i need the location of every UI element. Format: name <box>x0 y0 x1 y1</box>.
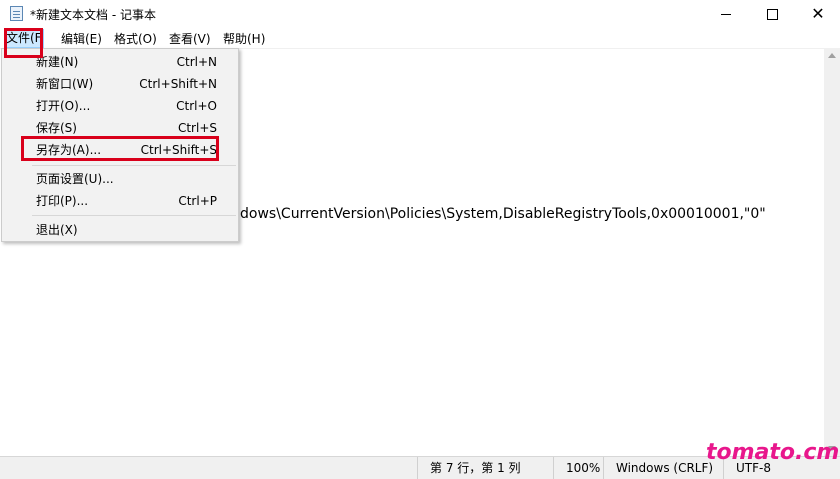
maximize-icon <box>766 8 778 20</box>
menu-item-open[interactable]: 打开(O)... Ctrl+O <box>2 95 238 117</box>
vertical-scrollbar[interactable] <box>824 48 840 456</box>
menu-item-shortcut: Ctrl+P <box>178 194 217 208</box>
status-cursor-position: 第 7 行，第 1 列 <box>417 457 558 479</box>
menu-item-label: 打印(P)... <box>36 194 89 208</box>
menu-item-label: 打开(O)... <box>36 99 91 113</box>
menu-item-shortcut: Ctrl+Shift+N <box>139 77 217 91</box>
notepad-window: *新建文本文档 - 记事本 ✕ 文件(F 编辑(E) 格式(O) 查看(V) 帮… <box>0 0 840 479</box>
minimize-button[interactable] <box>703 0 749 28</box>
menu-item-shortcut: Ctrl+O <box>176 99 217 113</box>
editor-text-line: dows\CurrentVersion\Policies\System,Disa… <box>240 206 766 222</box>
close-icon: ✕ <box>811 4 825 23</box>
menu-item-label: 退出(X) <box>36 223 78 237</box>
menu-view[interactable]: 查看(V) <box>168 30 212 48</box>
minimize-icon <box>721 13 731 15</box>
notepad-app-icon <box>10 6 23 21</box>
menu-item-shortcut: Ctrl+N <box>176 55 217 69</box>
menu-item-page-setup[interactable]: 页面设置(U)... <box>2 168 238 190</box>
menu-bar: 文件(F 编辑(E) 格式(O) 查看(V) 帮助(H) <box>0 28 840 48</box>
menu-separator <box>32 215 236 216</box>
menu-item-exit[interactable]: 退出(X) <box>2 219 238 241</box>
menu-item-label: 页面设置(U)... <box>36 172 114 186</box>
menu-item-print[interactable]: 打印(P)... Ctrl+P <box>2 190 238 212</box>
menu-item-new-window[interactable]: 新窗口(W) Ctrl+Shift+N <box>2 73 238 95</box>
menu-item-label: 新窗口(W) <box>36 77 94 91</box>
menu-separator <box>32 165 236 166</box>
maximize-button[interactable] <box>749 0 795 28</box>
menu-help[interactable]: 帮助(H) <box>222 30 266 48</box>
highlight-box-file-menu <box>4 28 43 58</box>
menu-edit[interactable]: 编辑(E) <box>60 30 103 48</box>
title-bar: *新建文本文档 - 记事本 ✕ <box>0 0 840 28</box>
highlight-box-save-as <box>21 136 219 161</box>
status-zoom: 100% <box>553 457 606 479</box>
menu-format[interactable]: 格式(O) <box>113 30 158 48</box>
watermark-text: tomato.cm <box>706 440 840 465</box>
window-title: *新建文本文档 - 记事本 <box>30 8 156 22</box>
close-button[interactable]: ✕ <box>795 0 840 28</box>
scroll-up-arrow-icon[interactable] <box>828 53 836 58</box>
